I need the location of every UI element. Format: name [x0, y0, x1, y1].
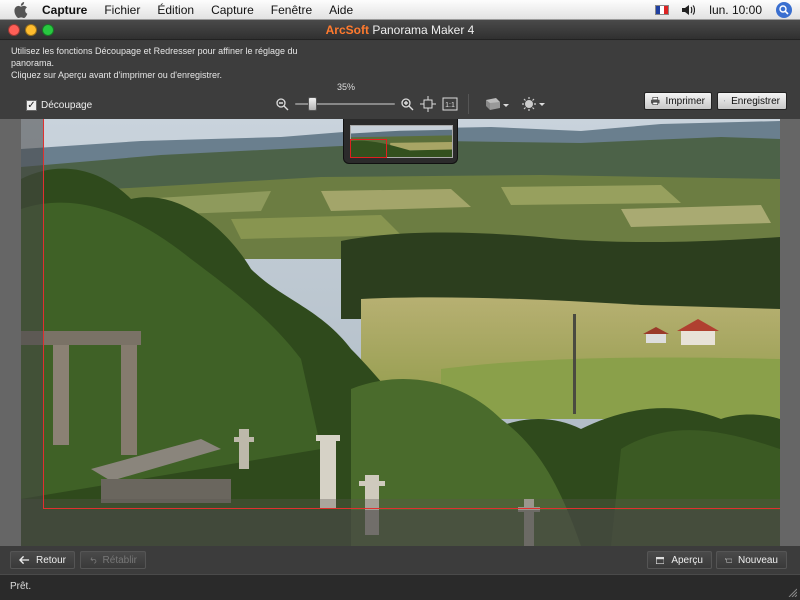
save-button[interactable]: Enregistrer [717, 92, 787, 110]
arrow-left-icon [19, 555, 30, 565]
menu-capture[interactable]: Capture [211, 3, 254, 17]
restore-button-label: Rétablir [102, 554, 137, 566]
volume-icon[interactable] [681, 4, 696, 16]
print-button-label: Imprimer [665, 95, 705, 107]
crop-checkbox[interactable]: ✓ Découpage [26, 100, 92, 111]
crop-frame[interactable] [43, 119, 780, 509]
window-title: ArcSoft Panorama Maker 4 [0, 23, 800, 37]
menu-fichier[interactable]: Fichier [104, 3, 140, 17]
zoom-out-icon[interactable] [276, 97, 289, 111]
new-project-icon [725, 557, 732, 563]
zoom-controls: 1:1 [276, 94, 545, 114]
print-button[interactable]: Imprimer [644, 92, 712, 110]
crop-shade-left [21, 119, 43, 546]
preview-icon [656, 556, 665, 564]
spotlight-icon[interactable] [776, 2, 792, 18]
menu-app-capture[interactable]: Capture [42, 3, 87, 17]
status-bar: Prêt. [0, 574, 800, 600]
crop-checkbox-label: Découpage [41, 100, 93, 111]
instructions: Utilisez les fonctions Découpage et Redr… [11, 45, 331, 81]
print-settings-icon[interactable] [485, 96, 509, 112]
menu-extras: lun. 10:00 [655, 0, 792, 20]
fit-to-window-icon[interactable] [420, 96, 436, 112]
crop-checkbox-box[interactable]: ✓ [26, 100, 37, 111]
panorama-canvas[interactable] [0, 119, 800, 546]
apple-icon[interactable] [14, 1, 28, 18]
new-project-button-label: Nouveau [737, 554, 778, 566]
title-app-name: Panorama Maker 4 [372, 23, 475, 37]
status-text: Prêt. [10, 581, 32, 592]
preview-button-label: Aperçu [671, 554, 703, 566]
printer-icon [651, 97, 660, 105]
zoom-percent: 35% [337, 82, 356, 92]
floppy-disk-icon [724, 100, 726, 102]
navigator-panel[interactable] [343, 119, 458, 164]
title-bar[interactable]: ArcSoft Panorama Maker 4 [0, 20, 800, 40]
menu-aide[interactable]: Aide [329, 3, 353, 17]
zoom-slider-thumb[interactable] [308, 97, 317, 111]
instruction-line-2: Cliquez sur Aperçu avant d'imprimer ou d… [11, 70, 223, 80]
new-project-button[interactable]: Nouveau [716, 551, 787, 569]
zoom-in-icon[interactable] [401, 97, 414, 111]
instruction-line-1: Utilisez les fonctions Découpage et Redr… [11, 46, 298, 68]
bottom-bar: Retour Rétablir Aperçu Nouveau [0, 546, 800, 574]
restore-button[interactable]: Rétablir [80, 551, 146, 569]
crop-shade-bottom [43, 510, 780, 546]
flag-fr-icon[interactable] [655, 5, 670, 15]
app-window: ArcSoft Panorama Maker 4 Utilisez les fo… [0, 20, 800, 600]
menu-fenetre[interactable]: Fenêtre [271, 3, 312, 17]
back-button-label: Retour [35, 554, 66, 566]
navigator-viewport[interactable] [350, 139, 387, 158]
menu-bar: Capture Fichier Édition Capture Fenêtre … [0, 0, 800, 20]
menu-edition[interactable]: Édition [157, 3, 194, 17]
menu-clock[interactable]: lun. 10:00 [709, 3, 762, 17]
toolbar-separator [468, 94, 469, 114]
back-button[interactable]: Retour [10, 551, 75, 569]
undo-icon [90, 557, 97, 564]
svg-text:1:1: 1:1 [445, 102, 455, 109]
resize-grip-icon[interactable] [787, 587, 797, 597]
preview-button[interactable]: Aperçu [647, 551, 712, 569]
title-brand: ArcSoft [325, 23, 369, 37]
brightness-icon[interactable] [521, 96, 545, 112]
actual-size-icon[interactable]: 1:1 [442, 96, 458, 112]
zoom-slider[interactable] [295, 97, 395, 111]
toolbar: Utilisez les fonctions Découpage et Redr… [0, 41, 800, 119]
save-button-label: Enregistrer [731, 95, 780, 107]
